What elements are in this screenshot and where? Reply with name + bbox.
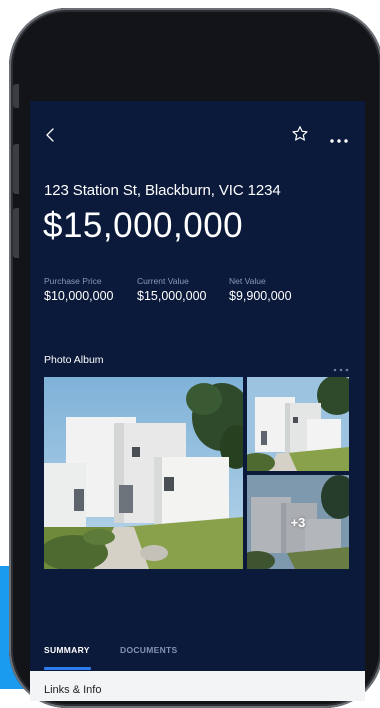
album-more-icon[interactable] (333, 359, 349, 372)
album-photo-2[interactable] (247, 377, 349, 471)
stat-purchase-price: Purchase Price $10,000,000 (44, 276, 114, 303)
phone-mute-switch (13, 84, 19, 108)
stat-label: Purchase Price (44, 276, 102, 286)
stat-value: $9,900,000 (229, 289, 292, 303)
album-photo-main[interactable] (44, 377, 243, 569)
stat-current-value: Current Value $15,000,000 (137, 276, 207, 303)
summary-sheet: Links & Info (30, 671, 365, 701)
stat-label: Current Value (137, 276, 189, 286)
app-screen: 123 Station St, Blackburn, VIC 1234 $15,… (30, 101, 365, 701)
star-icon[interactable] (291, 125, 309, 143)
property-price: $15,000,000 (43, 206, 244, 245)
album-photo-more[interactable]: +3 (247, 475, 349, 569)
back-icon[interactable] (42, 123, 62, 147)
stat-net-value: Net Value $9,900,000 (229, 276, 292, 303)
phone-volume-down (13, 208, 19, 258)
more-icon[interactable] (329, 131, 349, 143)
phone-volume-up (13, 144, 19, 194)
stat-value: $10,000,000 (44, 289, 114, 303)
active-tab-indicator (44, 667, 91, 670)
property-address: 123 Station St, Blackburn, VIC 1234 (44, 182, 281, 199)
photo-album-title: Photo Album (44, 354, 104, 366)
tab-summary[interactable]: SUMMARY (44, 645, 90, 655)
sheet-heading: Links & Info (44, 684, 102, 696)
stat-value: $15,000,000 (137, 289, 207, 303)
more-photos-count: +3 (290, 514, 306, 530)
tab-documents[interactable]: DOCUMENTS (120, 645, 177, 655)
stat-label: Net Value (229, 276, 266, 286)
top-bar (30, 123, 365, 147)
